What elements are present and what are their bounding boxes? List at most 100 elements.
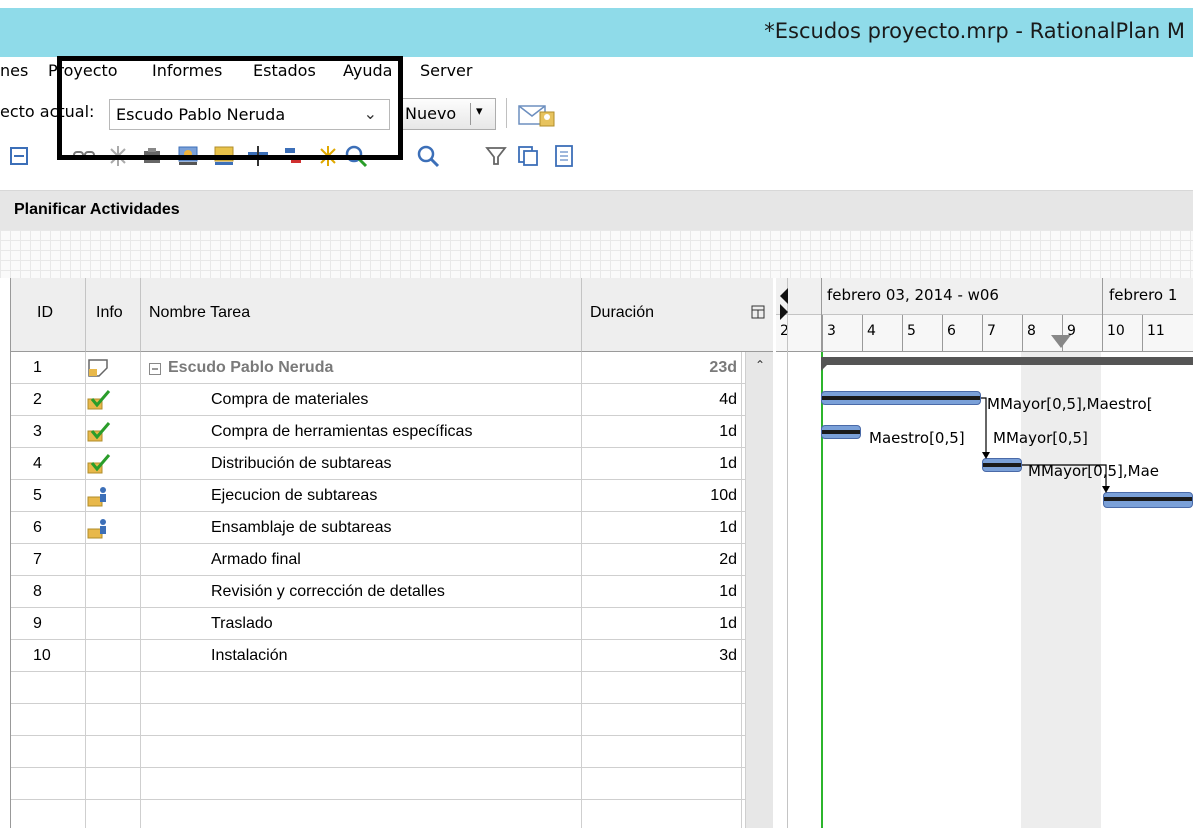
row-duration-cell[interactable]: 1d xyxy=(582,448,742,480)
table-row[interactable]: 1 Escudo Pablo Neruda 23d xyxy=(11,352,748,384)
empty-cell[interactable] xyxy=(11,800,86,828)
row-id-cell[interactable]: 6 xyxy=(11,512,86,544)
collapse-row-icon[interactable] xyxy=(149,362,161,380)
table-row[interactable]: 2 Compra de materiales 4d xyxy=(11,384,748,416)
zoom-out-icon[interactable] xyxy=(416,144,440,168)
menu-proyecto[interactable]: Proyecto xyxy=(48,61,118,80)
empty-cell[interactable] xyxy=(141,704,582,736)
row-id-cell[interactable]: 3 xyxy=(11,416,86,448)
row-name-cell[interactable]: Distribución de subtareas xyxy=(141,448,582,480)
row-duration-cell[interactable]: 1d xyxy=(582,576,742,608)
highlight-icon[interactable] xyxy=(316,144,340,168)
row-duration-cell[interactable]: 10d xyxy=(582,480,742,512)
row-info-cell[interactable] xyxy=(86,576,141,608)
menu-opciones[interactable]: nes xyxy=(0,61,28,80)
row-duration-cell[interactable]: 2d xyxy=(582,544,742,576)
collapse-icon[interactable] xyxy=(8,144,32,168)
empty-cell[interactable] xyxy=(582,768,742,800)
resource-assign-icon[interactable] xyxy=(176,144,200,168)
empty-cell[interactable] xyxy=(582,672,742,704)
table-row[interactable]: 4 Distribución de subtareas 1d xyxy=(11,448,748,480)
row-name-cell[interactable]: Armado final xyxy=(141,544,582,576)
row-name-cell[interactable]: Compra de herramientas específicas xyxy=(141,416,582,448)
row-info-cell[interactable] xyxy=(86,608,141,640)
row-name-cell[interactable]: Traslado xyxy=(141,608,582,640)
row-duration-cell[interactable]: 4d xyxy=(582,384,742,416)
empty-cell[interactable] xyxy=(582,736,742,768)
empty-row[interactable] xyxy=(11,768,748,800)
row-name-cell[interactable]: Ejecucion de subtareas xyxy=(141,480,582,512)
menu-estados[interactable]: Estados xyxy=(253,61,316,80)
row-duration-cell[interactable]: 23d xyxy=(582,352,742,384)
empty-row[interactable] xyxy=(11,704,748,736)
table-row[interactable]: 6 Ensamblaje de subtareas 1d xyxy=(11,512,748,544)
send-mail-icon[interactable] xyxy=(518,103,556,127)
scroll-up-icon[interactable]: ⌃ xyxy=(755,358,765,372)
header-info[interactable]: Info xyxy=(86,278,141,352)
row-duration-cell[interactable]: 1d xyxy=(582,512,742,544)
header-name[interactable]: Nombre Tarea xyxy=(141,278,582,352)
row-info-cell[interactable] xyxy=(86,416,141,448)
empty-cell[interactable] xyxy=(86,800,141,828)
row-info-cell[interactable] xyxy=(86,512,141,544)
filter-icon[interactable] xyxy=(484,144,508,168)
column-chooser-button[interactable] xyxy=(745,278,773,352)
row-info-cell[interactable] xyxy=(86,448,141,480)
split-icon[interactable] xyxy=(106,144,130,168)
new-button[interactable]: Nuevo ▾ xyxy=(398,98,496,130)
header-id[interactable]: ID xyxy=(11,278,86,352)
project-select[interactable]: Escudo Pablo Neruda ⌄ xyxy=(109,99,390,130)
empty-row[interactable] xyxy=(11,800,748,828)
empty-cell[interactable] xyxy=(141,800,582,828)
row-info-cell[interactable] xyxy=(86,640,141,672)
row-duration-cell[interactable]: 3d xyxy=(582,640,742,672)
row-info-cell[interactable] xyxy=(86,352,141,384)
table-row[interactable]: 7 Armado final 2d xyxy=(11,544,748,576)
empty-row[interactable] xyxy=(11,672,748,704)
calendar-icon[interactable] xyxy=(212,144,236,168)
row-name-cell[interactable]: Compra de materiales xyxy=(141,384,582,416)
header-duration[interactable]: Duración xyxy=(582,278,748,352)
empty-cell[interactable] xyxy=(86,672,141,704)
row-duration-cell[interactable]: 1d xyxy=(582,416,742,448)
empty-cell[interactable] xyxy=(141,672,582,704)
row-id-cell[interactable]: 9 xyxy=(11,608,86,640)
menu-ayuda[interactable]: Ayuda xyxy=(343,61,392,80)
table-row[interactable]: 8 Revisión y corrección de detalles 1d xyxy=(11,576,748,608)
empty-cell[interactable] xyxy=(86,736,141,768)
row-id-cell[interactable]: 2 xyxy=(11,384,86,416)
row-name-cell[interactable]: Ensamblaje de subtareas xyxy=(141,512,582,544)
row-id-cell[interactable]: 4 xyxy=(11,448,86,480)
menu-server[interactable]: Server xyxy=(420,61,472,80)
indent-icon[interactable] xyxy=(282,144,306,168)
row-info-cell[interactable] xyxy=(86,384,141,416)
row-info-cell[interactable] xyxy=(86,480,141,512)
copy-icon[interactable] xyxy=(516,144,540,168)
empty-cell[interactable] xyxy=(86,768,141,800)
row-id-cell[interactable]: 8 xyxy=(11,576,86,608)
empty-cell[interactable] xyxy=(11,672,86,704)
row-id-cell[interactable]: 10 xyxy=(11,640,86,672)
table-row[interactable]: 9 Traslado 1d xyxy=(11,608,748,640)
row-name-cell[interactable]: Instalación xyxy=(141,640,582,672)
empty-cell[interactable] xyxy=(582,800,742,828)
row-id-cell[interactable]: 1 xyxy=(11,352,86,384)
vertical-scrollbar[interactable]: ⌃ xyxy=(745,352,773,828)
table-row[interactable]: 5 Ejecucion de subtareas 10d xyxy=(11,480,748,512)
empty-cell[interactable] xyxy=(141,768,582,800)
empty-cell[interactable] xyxy=(11,736,86,768)
empty-cell[interactable] xyxy=(11,704,86,736)
row-duration-cell[interactable]: 1d xyxy=(582,608,742,640)
empty-cell[interactable] xyxy=(582,704,742,736)
row-info-cell[interactable] xyxy=(86,544,141,576)
empty-cell[interactable] xyxy=(86,704,141,736)
row-name-cell[interactable]: Escudo Pablo Neruda xyxy=(141,352,582,384)
link-icon[interactable] xyxy=(72,144,96,168)
row-name-cell[interactable]: Revisión y corrección de detalles xyxy=(141,576,582,608)
delete-icon[interactable] xyxy=(140,144,164,168)
table-row[interactable]: 10 Instalación 3d xyxy=(11,640,748,672)
empty-row[interactable] xyxy=(11,736,748,768)
move-icon[interactable] xyxy=(246,144,270,168)
table-row[interactable]: 3 Compra de herramientas específicas 1d xyxy=(11,416,748,448)
menu-informes[interactable]: Informes xyxy=(152,61,222,80)
